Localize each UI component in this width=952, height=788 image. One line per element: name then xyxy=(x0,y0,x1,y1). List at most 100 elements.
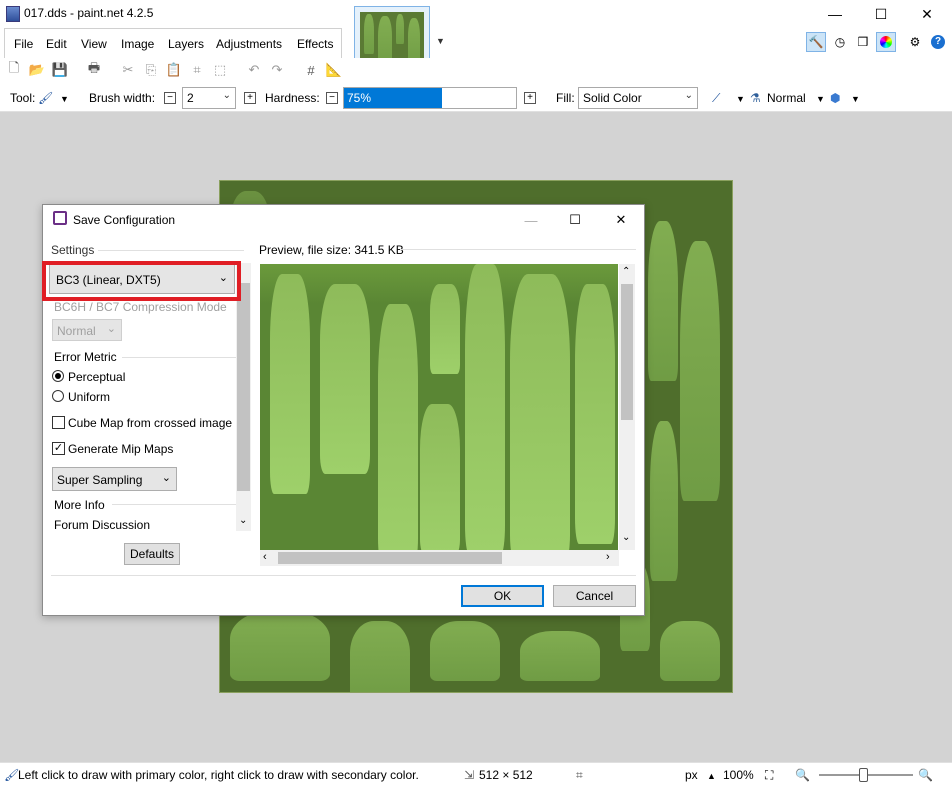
paintnet-app-icon xyxy=(6,6,20,22)
menu-image[interactable]: Image xyxy=(121,37,154,51)
fill-combo[interactable]: Solid Color ⌄ xyxy=(578,87,698,109)
more-info-divider xyxy=(112,504,236,505)
sampling-value: Super Sampling xyxy=(57,473,143,487)
error-metric-label: Error Metric xyxy=(54,350,117,364)
tool-dropdown-icon[interactable]: ▼ xyxy=(60,94,69,104)
perceptual-label[interactable]: Perceptual xyxy=(68,370,125,384)
preview-vertical-scrollbar[interactable]: ⌃ ⌄ xyxy=(619,264,635,550)
preview-divider xyxy=(400,249,636,250)
menu-layers[interactable]: Layers xyxy=(168,37,204,51)
preview-horizontal-scrollbar[interactable]: ‹ › xyxy=(260,550,619,566)
scroll-right-icon[interactable]: › xyxy=(606,551,610,563)
blend-mode-value[interactable]: Normal xyxy=(767,91,806,105)
brush-width-decrease-button[interactable]: − xyxy=(164,92,176,104)
colors-window-icon[interactable] xyxy=(876,32,896,52)
tools-window-icon[interactable]: 🔨 xyxy=(806,32,826,52)
blend-mode-icon[interactable]: ⚗ xyxy=(750,91,761,105)
cut-icon[interactable]: ✂ xyxy=(119,61,137,79)
grid-icon[interactable]: # xyxy=(302,61,320,79)
cancel-button[interactable]: Cancel xyxy=(553,585,636,607)
image-size: 512 × 512 xyxy=(479,768,533,782)
scroll-down-icon[interactable]: ⌄ xyxy=(622,532,630,543)
maximize-button[interactable]: ☐ xyxy=(858,0,904,28)
format-highlight-box xyxy=(42,261,241,301)
cube-map-checkbox[interactable] xyxy=(52,416,65,429)
uniform-radio[interactable] xyxy=(52,390,64,402)
dialog-title: Save Configuration xyxy=(73,213,176,227)
print-icon[interactable]: 🖶 xyxy=(85,60,103,79)
zoom-out-icon[interactable]: 🔍 xyxy=(795,768,810,782)
settings-scrollbar[interactable]: ⌄ xyxy=(236,263,251,531)
preview-horizontal-thumb[interactable] xyxy=(278,552,502,564)
menu-adjustments[interactable]: Adjustments xyxy=(216,37,282,51)
hardness-slider[interactable]: 75% xyxy=(343,87,517,109)
settings-scrollbar-thumb[interactable] xyxy=(237,283,250,491)
selection-size-icon: ⌗ xyxy=(576,768,583,782)
minimize-button[interactable]: — xyxy=(812,0,858,28)
settings-label: Settings xyxy=(51,243,95,257)
zoom-slider[interactable] xyxy=(819,768,913,782)
brush-width-increase-button[interactable]: + xyxy=(244,92,256,104)
units-dropdown-icon[interactable]: ▲ xyxy=(707,771,716,781)
units-selector[interactable]: px xyxy=(685,768,698,782)
menu-view[interactable]: View xyxy=(81,37,107,51)
menu-file[interactable]: File xyxy=(14,37,33,51)
status-hint: Left click to draw with primary color, r… xyxy=(18,768,419,782)
image-list-dropdown-icon[interactable]: ▼ xyxy=(436,36,445,46)
perceptual-radio[interactable] xyxy=(52,370,64,382)
sampling-combo[interactable]: Super Sampling ⌄ xyxy=(52,467,177,491)
zoom-in-icon[interactable]: 🔍 xyxy=(918,768,933,782)
selection-clipping-icon[interactable]: ⬢ xyxy=(830,91,840,105)
more-info-label: More Info xyxy=(54,498,105,512)
help-icon[interactable]: ? xyxy=(928,32,948,52)
menu-edit[interactable]: Edit xyxy=(46,37,67,51)
antialiasing-dropdown-icon[interactable]: ▼ xyxy=(736,94,745,104)
open-file-icon[interactable]: 📂 xyxy=(28,61,46,79)
hardness-decrease-button[interactable]: − xyxy=(326,92,338,104)
zoom-to-window-icon[interactable]: ⛶ xyxy=(765,768,773,783)
scroll-down-icon[interactable]: ⌄ xyxy=(239,515,247,526)
window-title: 017.dds - paint.net 4.2.5 xyxy=(24,6,154,20)
menu-effects[interactable]: Effects xyxy=(297,37,333,51)
save-icon[interactable]: 💾 xyxy=(51,61,69,79)
hardness-increase-button[interactable]: + xyxy=(524,92,536,104)
ok-button[interactable]: OK xyxy=(461,585,544,607)
crop-icon[interactable]: ⌗ xyxy=(188,61,206,79)
new-file-icon[interactable]: 🗋 xyxy=(5,60,23,79)
brush-width-combo[interactable]: 2 ⌄ xyxy=(182,87,236,109)
settings-gear-icon[interactable]: ⚙ xyxy=(905,32,925,52)
copy-icon[interactable]: ⎘ xyxy=(142,61,160,79)
history-window-icon[interactable]: ◷ xyxy=(830,32,850,52)
blend-mode-dropdown-icon[interactable]: ▼ xyxy=(816,94,825,104)
redo-icon[interactable]: ↷ xyxy=(268,61,286,79)
fill-value: Solid Color xyxy=(583,91,642,105)
zoom-slider-thumb[interactable] xyxy=(859,768,868,782)
preview-image xyxy=(260,264,618,550)
defaults-button[interactable]: Defaults xyxy=(124,543,180,565)
cube-map-label[interactable]: Cube Map from crossed image xyxy=(68,416,232,430)
buttons-divider xyxy=(51,575,636,576)
zoom-level[interactable]: 100% xyxy=(723,768,754,782)
uniform-label[interactable]: Uniform xyxy=(68,390,110,404)
undo-icon[interactable]: ↶ xyxy=(245,61,263,79)
mip-maps-label[interactable]: Generate Mip Maps xyxy=(68,442,173,456)
close-button[interactable]: ✕ xyxy=(904,0,950,28)
dialog-close-button[interactable]: ✕ xyxy=(598,206,644,234)
paste-icon[interactable]: 📋 xyxy=(165,61,183,79)
antialiasing-icon[interactable]: ⟋ xyxy=(712,91,720,106)
compression-mode-label: BC6H / BC7 Compression Mode xyxy=(54,300,227,314)
deselect-icon[interactable]: ⬚ xyxy=(211,61,229,79)
chevron-down-icon: ⌄ xyxy=(161,472,171,484)
chevron-down-icon: ⌄ xyxy=(222,90,231,101)
forum-discussion-link[interactable]: Forum Discussion xyxy=(54,518,150,532)
dialog-maximize-button[interactable]: ☐ xyxy=(552,206,598,234)
ruler-icon[interactable]: 📐 xyxy=(325,61,343,79)
mip-maps-checkbox[interactable]: ✓ xyxy=(52,442,65,455)
layers-window-icon[interactable]: ❒ xyxy=(853,32,873,52)
selection-clipping-dropdown-icon[interactable]: ▼ xyxy=(851,94,860,104)
paintbrush-status-icon: 🖌 xyxy=(4,768,20,782)
paintbrush-tool-icon[interactable]: 🖌 xyxy=(38,91,53,105)
scroll-left-icon[interactable]: ‹ xyxy=(263,551,267,563)
preview-vertical-thumb[interactable] xyxy=(621,284,633,420)
scroll-up-icon[interactable]: ⌃ xyxy=(622,266,630,277)
